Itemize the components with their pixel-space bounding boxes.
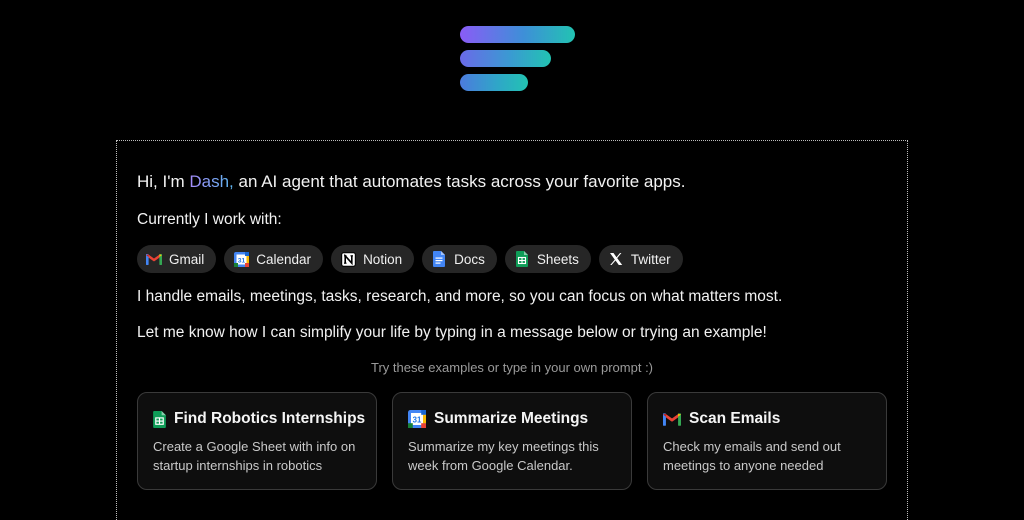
card-header: Find Robotics Internships [153,410,365,428]
app-chips: Gmail 31 Calendar Notion Docs Sheets Twi… [137,245,683,273]
app-chip-twitter: Twitter [598,245,683,273]
card-title: Find Robotics Internships [174,410,366,427]
app-chip-label: Gmail [169,251,205,267]
docs-icon [431,251,447,267]
app-chip-gmail: Gmail [137,245,217,273]
agent-name: Dash, [189,172,234,191]
works-with-label: Currently I work with: [137,211,282,228]
chat-panel: Hi, I'm Dash, an AI agent that automates… [116,140,908,520]
calendar-icon: 31 [408,410,426,428]
app-chip-sheets: Sheets [504,245,591,273]
capabilities-text: I handle emails, meetings, tasks, resear… [137,288,783,305]
app-chip-label: Sheets [536,251,579,267]
example-card-summarize-meetings[interactable]: 31 Summarize Meetings Summarize my key m… [392,392,632,490]
dash-logo [460,26,576,94]
card-title: Summarize Meetings [434,410,589,427]
card-description: Summarize my key meetings this week from… [408,439,599,473]
example-cards: Find Robotics Internships Create a Googl… [137,392,887,490]
logo-bar-middle [460,50,551,67]
card-header: 31 Summarize Meetings [408,410,616,428]
sheets-icon [514,251,530,267]
app-chip-label: Docs [454,251,485,267]
notion-icon [340,251,356,267]
examples-hint: Try these examples or type in your own p… [370,360,654,375]
app-chip-label: Notion [363,251,403,267]
app-chip-label: Twitter [630,251,671,267]
app-chip-docs: Docs [422,245,497,273]
logo-bar-top [460,26,575,43]
calendar-icon: 31 [233,251,249,267]
svg-text:31: 31 [238,257,246,264]
card-title: Scan Emails [689,410,781,427]
card-description: Check my emails and send out meetings to… [663,439,841,473]
app-chip-label: Calendar [256,251,312,267]
logo-bar-bottom [460,74,528,91]
card-description: Create a Google Sheet with info on start… [153,439,356,473]
example-card-robotics-internships[interactable]: Find Robotics Internships Create a Googl… [137,392,377,490]
intro-prefix: Hi, I'm [137,172,190,191]
example-card-scan-emails[interactable]: Scan Emails Check my emails and send out… [647,392,887,490]
gmail-icon [146,251,162,267]
card-header: Scan Emails [663,410,871,428]
intro-message: Hi, I'm Dash, an AI agent that automates… [137,172,685,192]
gmail-icon [663,410,681,428]
twitter-x-icon [608,251,624,267]
intro-suffix: an AI agent that automates tasks across … [233,172,686,191]
sheets-icon [153,410,166,428]
svg-text:31: 31 [413,416,422,425]
app-chip-calendar: 31 Calendar [224,245,324,273]
app-chip-notion: Notion [331,245,415,273]
instructions-text: Let me know how I can simplify your life… [137,324,767,341]
